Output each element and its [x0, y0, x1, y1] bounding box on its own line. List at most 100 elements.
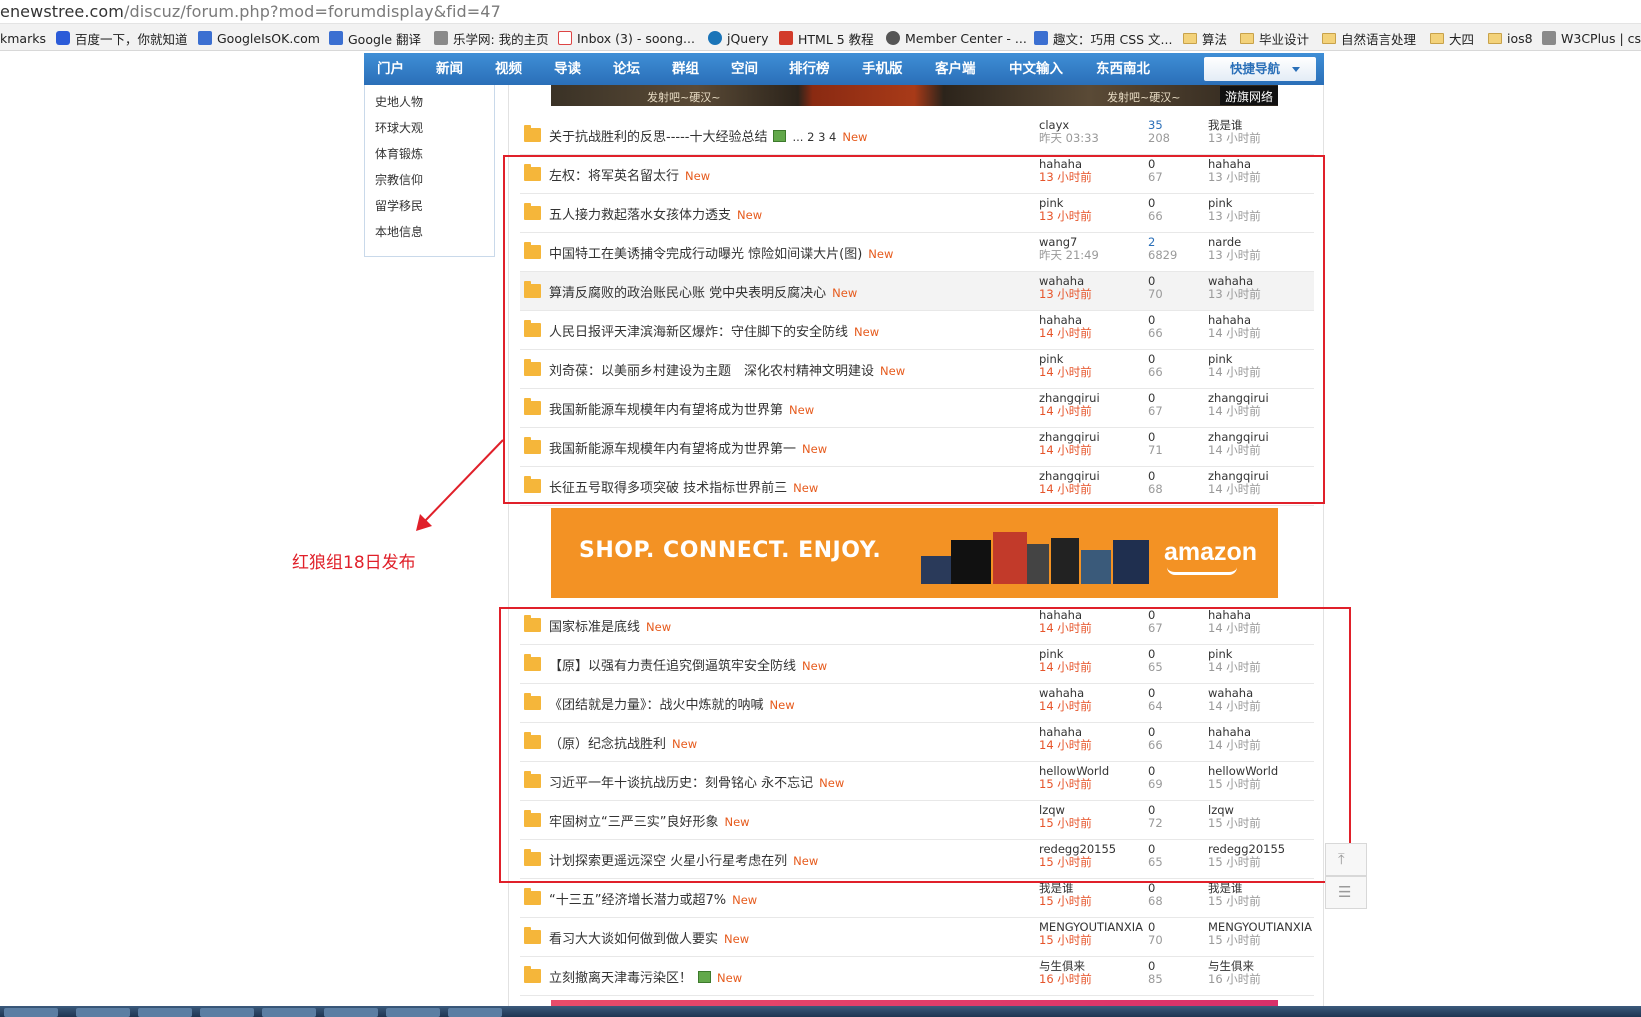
top-banner-ad[interactable]: 发射吧~硬汉~ 发射吧~硬汉~ 游旗网络: [551, 85, 1278, 106]
taskbar-item[interactable]: [386, 1008, 440, 1017]
bookmark-label: Member Center - ...: [905, 30, 1027, 46]
last-post-time[interactable]: 16 小时前: [1208, 973, 1261, 986]
folder-icon: [1322, 32, 1336, 44]
sidebar: 史地人物 环球大观 体育锻炼 宗教信仰 留学移民 本地信息: [364, 85, 495, 257]
last-post-time[interactable]: 15 小时前: [1208, 934, 1261, 947]
taskbar-item[interactable]: [76, 1008, 130, 1017]
folder-icon: [524, 927, 541, 944]
quick-nav-label: 快捷导航: [1230, 61, 1281, 76]
bookmark-label: GoogleIsOK.com: [217, 30, 320, 46]
new-badge: New: [717, 971, 743, 985]
bookmark-folder-algo[interactable]: 算法: [1183, 29, 1227, 47]
bookmark-folder-ios8[interactable]: ios8: [1488, 29, 1533, 47]
nav-guide[interactable]: 导读: [554, 53, 581, 85]
annotation-box-2: [499, 607, 1351, 883]
bookmark-label: 自然语言处理: [1341, 31, 1417, 47]
folder-icon: [524, 125, 541, 142]
view-count: 70: [1148, 933, 1163, 947]
taskbar-item[interactable]: [138, 1008, 192, 1017]
new-badge: New: [724, 932, 750, 946]
attachment-icon: [773, 130, 787, 142]
thread-title: 看习大大谈如何做到做人要实: [549, 932, 719, 947]
taskbar-item[interactable]: [324, 1008, 378, 1017]
gmail-icon: [558, 31, 572, 45]
sidebar-item[interactable]: 留学移民: [375, 197, 423, 214]
thread-row[interactable]: 看习大大谈如何做到做人要实 New MENGYOUTIANXIA 15 小时前 0 70 M…: [520, 918, 1314, 957]
thread-row[interactable]: 立刻撤离天津毒污染区！ New 与生俱来 16 小时前 0 85 与生俱来 16 小时前: [520, 957, 1314, 996]
bookmark-inbox[interactable]: Inbox (3) - soong...: [558, 29, 695, 47]
w3-icon: [779, 31, 793, 45]
nav-mobile[interactable]: 手机版: [862, 53, 903, 85]
nav-client[interactable]: 客户端: [935, 53, 976, 85]
google-icon: [198, 31, 212, 45]
sidebar-item[interactable]: 本地信息: [375, 223, 423, 240]
banner-text-left: 发射吧~硬汉~: [647, 91, 721, 104]
lexue-icon: [434, 31, 448, 45]
bookmark-kmarks[interactable]: kmarks: [0, 29, 46, 47]
amazon-banner-ad[interactable]: SHOP. CONNECT. ENJOY. amazon: [551, 508, 1278, 598]
bookmark-label: 毕业设计: [1259, 31, 1310, 47]
bookmark-html5[interactable]: HTML 5 教程: [779, 29, 874, 47]
chevron-down-icon: [1292, 67, 1300, 72]
post-time: 15 小时前: [1039, 894, 1092, 908]
thread-title-link[interactable]: “十三五”经济增长潜力或超7% New: [549, 889, 757, 908]
folder-icon: [1488, 32, 1502, 44]
blog-icon: [1034, 31, 1048, 45]
taskbar-item[interactable]: [262, 1008, 316, 1017]
quick-nav-button[interactable]: 快捷导航: [1204, 57, 1316, 81]
thread-title-link[interactable]: 看习大大谈如何做到做人要实 New: [549, 928, 749, 947]
nav-portal[interactable]: 门户: [377, 53, 404, 85]
list-icon: ☰: [1338, 883, 1352, 901]
thread-title: “十三五”经济增长潜力或超7%: [549, 893, 727, 908]
taskbar-item[interactable]: [4, 1008, 58, 1017]
apple-icon: [886, 31, 900, 45]
annotation-label: 红狼组18日发布: [292, 553, 416, 573]
bookmark-google-translate[interactable]: Google 翻译: [329, 29, 421, 47]
back-to-top-button[interactable]: ⤒: [1325, 843, 1367, 876]
view-count: 208: [1148, 131, 1170, 145]
bookmark-folder-thesis[interactable]: 毕业设计: [1240, 29, 1309, 47]
bookmark-label: 算法: [1202, 31, 1228, 47]
view-count: 85: [1148, 972, 1163, 986]
bookmark-label: W3CPlus | css: [1561, 30, 1641, 46]
nav-space[interactable]: 空间: [731, 53, 758, 85]
nav-chinese-input[interactable]: 中文输入: [1009, 53, 1063, 85]
thread-title-link[interactable]: 关于抗战胜利的反思-----十大经验总结 ... 2 3 4 New: [549, 126, 867, 145]
taskbar-item[interactable]: [448, 1008, 502, 1017]
thread-row[interactable]: “十三五”经济增长潜力或超7% New 我是谁 15 小时前 0 68 我是谁 15 小时前: [520, 879, 1314, 918]
sidebar-item[interactable]: 体育锻炼: [375, 145, 423, 162]
jquery-icon: [708, 31, 722, 45]
list-view-button[interactable]: ☰: [1325, 876, 1367, 909]
bookmark-baidu[interactable]: 百度一下，你就知道: [56, 29, 188, 47]
nav-forum[interactable]: 论坛: [613, 53, 640, 85]
nav-groups[interactable]: 群组: [672, 53, 699, 85]
os-taskbar: [0, 1006, 1641, 1017]
thread-title-link[interactable]: 立刻撤离天津毒污染区！ New: [549, 967, 742, 986]
last-post-time[interactable]: 13 小时前: [1208, 132, 1261, 145]
bookmark-quwen[interactable]: 趣文：巧用 CSS 文...: [1034, 29, 1172, 47]
sidebar-item[interactable]: 史地人物: [375, 93, 423, 110]
thread-row[interactable]: 关于抗战胜利的反思-----十大经验总结... 2 3 4 New clayx 昨天 …: [520, 116, 1314, 155]
sidebar-item[interactable]: 宗教信仰: [375, 171, 423, 188]
last-post-time[interactable]: 15 小时前: [1208, 895, 1261, 908]
bookmark-member-center[interactable]: Member Center - ...: [886, 29, 1027, 47]
url-text[interactable]: enewstree.com/discuz/forum.php?mod=forum…: [0, 2, 501, 21]
bookmark-folder-nlp[interactable]: 自然语言处理: [1322, 29, 1416, 47]
bookmark-jquery[interactable]: jQuery: [708, 29, 768, 47]
bookmark-label: 趣文：巧用 CSS 文...: [1053, 31, 1173, 47]
bookmark-folder-senior[interactable]: 大四: [1430, 29, 1474, 47]
nav-news[interactable]: 新闻: [436, 53, 463, 85]
sidebar-item[interactable]: 环球大观: [375, 119, 423, 136]
post-time: 昨天 03:33: [1039, 131, 1099, 145]
nav-directions[interactable]: 东西南北: [1096, 53, 1150, 85]
view-count: 68: [1148, 894, 1163, 908]
folder-icon: [1240, 32, 1254, 44]
nav-ranking[interactable]: 排行榜: [789, 53, 830, 85]
page-links[interactable]: ... 2 3 4: [792, 130, 836, 144]
taskbar-item[interactable]: [200, 1008, 254, 1017]
nav-video[interactable]: 视频: [495, 53, 522, 85]
bookmark-googleisok[interactable]: GoogleIsOK.com: [198, 29, 320, 47]
bookmark-w3cplus[interactable]: W3CPlus | css: [1542, 29, 1641, 47]
address-bar[interactable]: enewstree.com/discuz/forum.php?mod=forum…: [0, 0, 1641, 24]
bookmark-lexue[interactable]: 乐学网: 我的主页: [434, 29, 549, 47]
